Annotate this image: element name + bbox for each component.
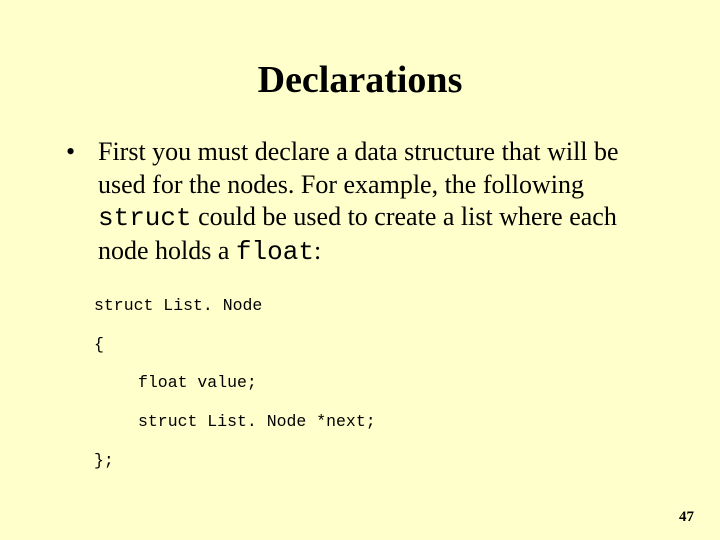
page-number: 47: [679, 509, 694, 526]
code-line: float value;: [138, 373, 660, 394]
bullet-code-float: float: [236, 237, 314, 267]
slide-title: Declarations: [60, 58, 660, 102]
code-line: };: [94, 451, 660, 472]
bullet-code-struct: struct: [98, 203, 192, 233]
code-block: struct List. Node { float value; struct …: [94, 296, 660, 471]
bullet-item: First you must declare a data structure …: [90, 136, 660, 268]
bullet-list: First you must declare a data structure …: [60, 136, 660, 268]
bullet-text-post: :: [314, 236, 321, 265]
code-line: {: [94, 335, 660, 356]
code-line: struct List. Node *next;: [138, 412, 660, 433]
bullet-text-pre: First you must declare a data structure …: [98, 137, 619, 199]
code-line: struct List. Node: [94, 296, 660, 317]
slide: Declarations First you must declare a da…: [0, 0, 720, 540]
